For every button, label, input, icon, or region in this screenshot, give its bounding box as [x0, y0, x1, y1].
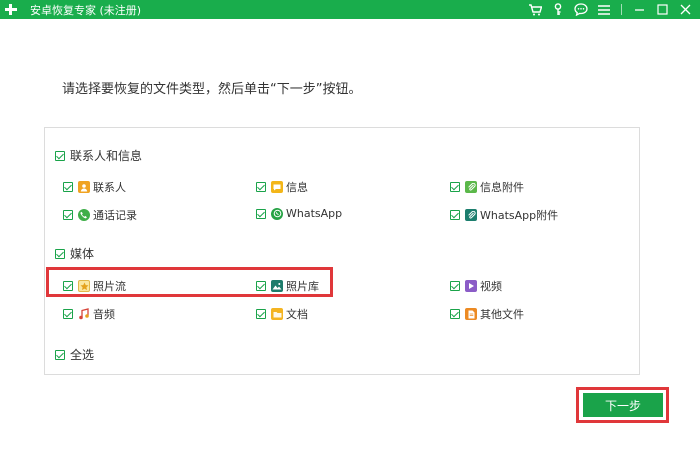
menu-icon[interactable]: [595, 0, 612, 19]
option-whatsapp[interactable]: WhatsApp: [256, 207, 342, 220]
section-media[interactable]: 媒体: [55, 245, 94, 262]
minimize-icon[interactable]: [631, 0, 648, 19]
checkbox[interactable]: [63, 182, 73, 192]
checkbox[interactable]: [256, 309, 266, 319]
option-audio[interactable]: 音频: [63, 306, 115, 322]
section-contacts-messages[interactable]: 联系人和信息: [55, 147, 142, 164]
title-separator: [621, 4, 622, 15]
feedback-icon[interactable]: [572, 0, 589, 19]
checkbox[interactable]: [450, 309, 460, 319]
option-label: 通话记录: [93, 209, 137, 222]
phone-icon: [78, 209, 90, 221]
option-label: 其他文件: [480, 308, 524, 321]
checkbox[interactable]: [450, 182, 460, 192]
option-video[interactable]: 视频: [450, 278, 502, 294]
title-bar: 安卓恢复专家 (未注册): [0, 0, 700, 19]
instruction-text: 请选择要恢复的文件类型，然后单击“下一步”按钮。: [62, 82, 362, 97]
whatsapp-icon: [271, 207, 283, 220]
next-button[interactable]: 下一步: [583, 393, 663, 417]
key-icon[interactable]: [549, 0, 566, 19]
option-contacts[interactable]: 联系人: [63, 179, 126, 195]
file-type-panel: 联系人和信息 联系人 信息 信息附件 通话记录 WhatsApp WhatsAp…: [44, 127, 640, 375]
option-label: WhatsApp: [286, 207, 343, 220]
music-icon: [78, 308, 90, 320]
checkbox-select-all[interactable]: [55, 349, 65, 360]
checkbox-contacts-messages[interactable]: [55, 150, 65, 161]
message-icon: [271, 181, 283, 193]
close-icon[interactable]: [677, 0, 694, 19]
highlight-box-photos: [46, 267, 333, 297]
file-icon: [465, 308, 477, 320]
option-label: 视频: [480, 280, 502, 293]
attachment-icon: [465, 181, 477, 193]
option-label: 信息附件: [480, 181, 524, 194]
option-other-files[interactable]: 其他文件: [450, 306, 524, 322]
checkbox[interactable]: [450, 281, 460, 291]
title-bar-controls: [526, 0, 694, 19]
option-call-log[interactable]: 通话记录: [63, 207, 137, 223]
option-whatsapp-attachments[interactable]: WhatsApp附件: [450, 207, 558, 223]
option-label: 信息: [286, 181, 308, 194]
option-label: 文档: [286, 308, 308, 321]
whatsapp-attachment-icon: [465, 209, 477, 221]
select-all[interactable]: 全选: [55, 346, 94, 363]
video-icon: [465, 280, 477, 292]
option-label: 音频: [93, 308, 115, 321]
checkbox[interactable]: [63, 309, 73, 319]
checkbox-media[interactable]: [55, 248, 65, 259]
contacts-icon: [78, 181, 90, 193]
option-label: 联系人: [93, 181, 126, 194]
option-message-attachments[interactable]: 信息附件: [450, 179, 524, 195]
option-label: WhatsApp附件: [480, 209, 559, 222]
section-label: 媒体: [70, 247, 95, 261]
select-all-label: 全选: [70, 348, 95, 362]
app-logo-icon: [0, 0, 24, 19]
option-documents[interactable]: 文档: [256, 306, 308, 322]
folder-icon: [271, 308, 283, 320]
window-title: 安卓恢复专家 (未注册): [30, 3, 142, 17]
checkbox[interactable]: [63, 210, 73, 220]
maximize-icon[interactable]: [654, 0, 671, 19]
section-label: 联系人和信息: [70, 149, 143, 163]
checkbox[interactable]: [256, 182, 266, 192]
checkbox[interactable]: [256, 208, 266, 219]
cart-icon[interactable]: [526, 0, 543, 19]
option-messages[interactable]: 信息: [256, 179, 308, 195]
checkbox[interactable]: [450, 210, 460, 220]
